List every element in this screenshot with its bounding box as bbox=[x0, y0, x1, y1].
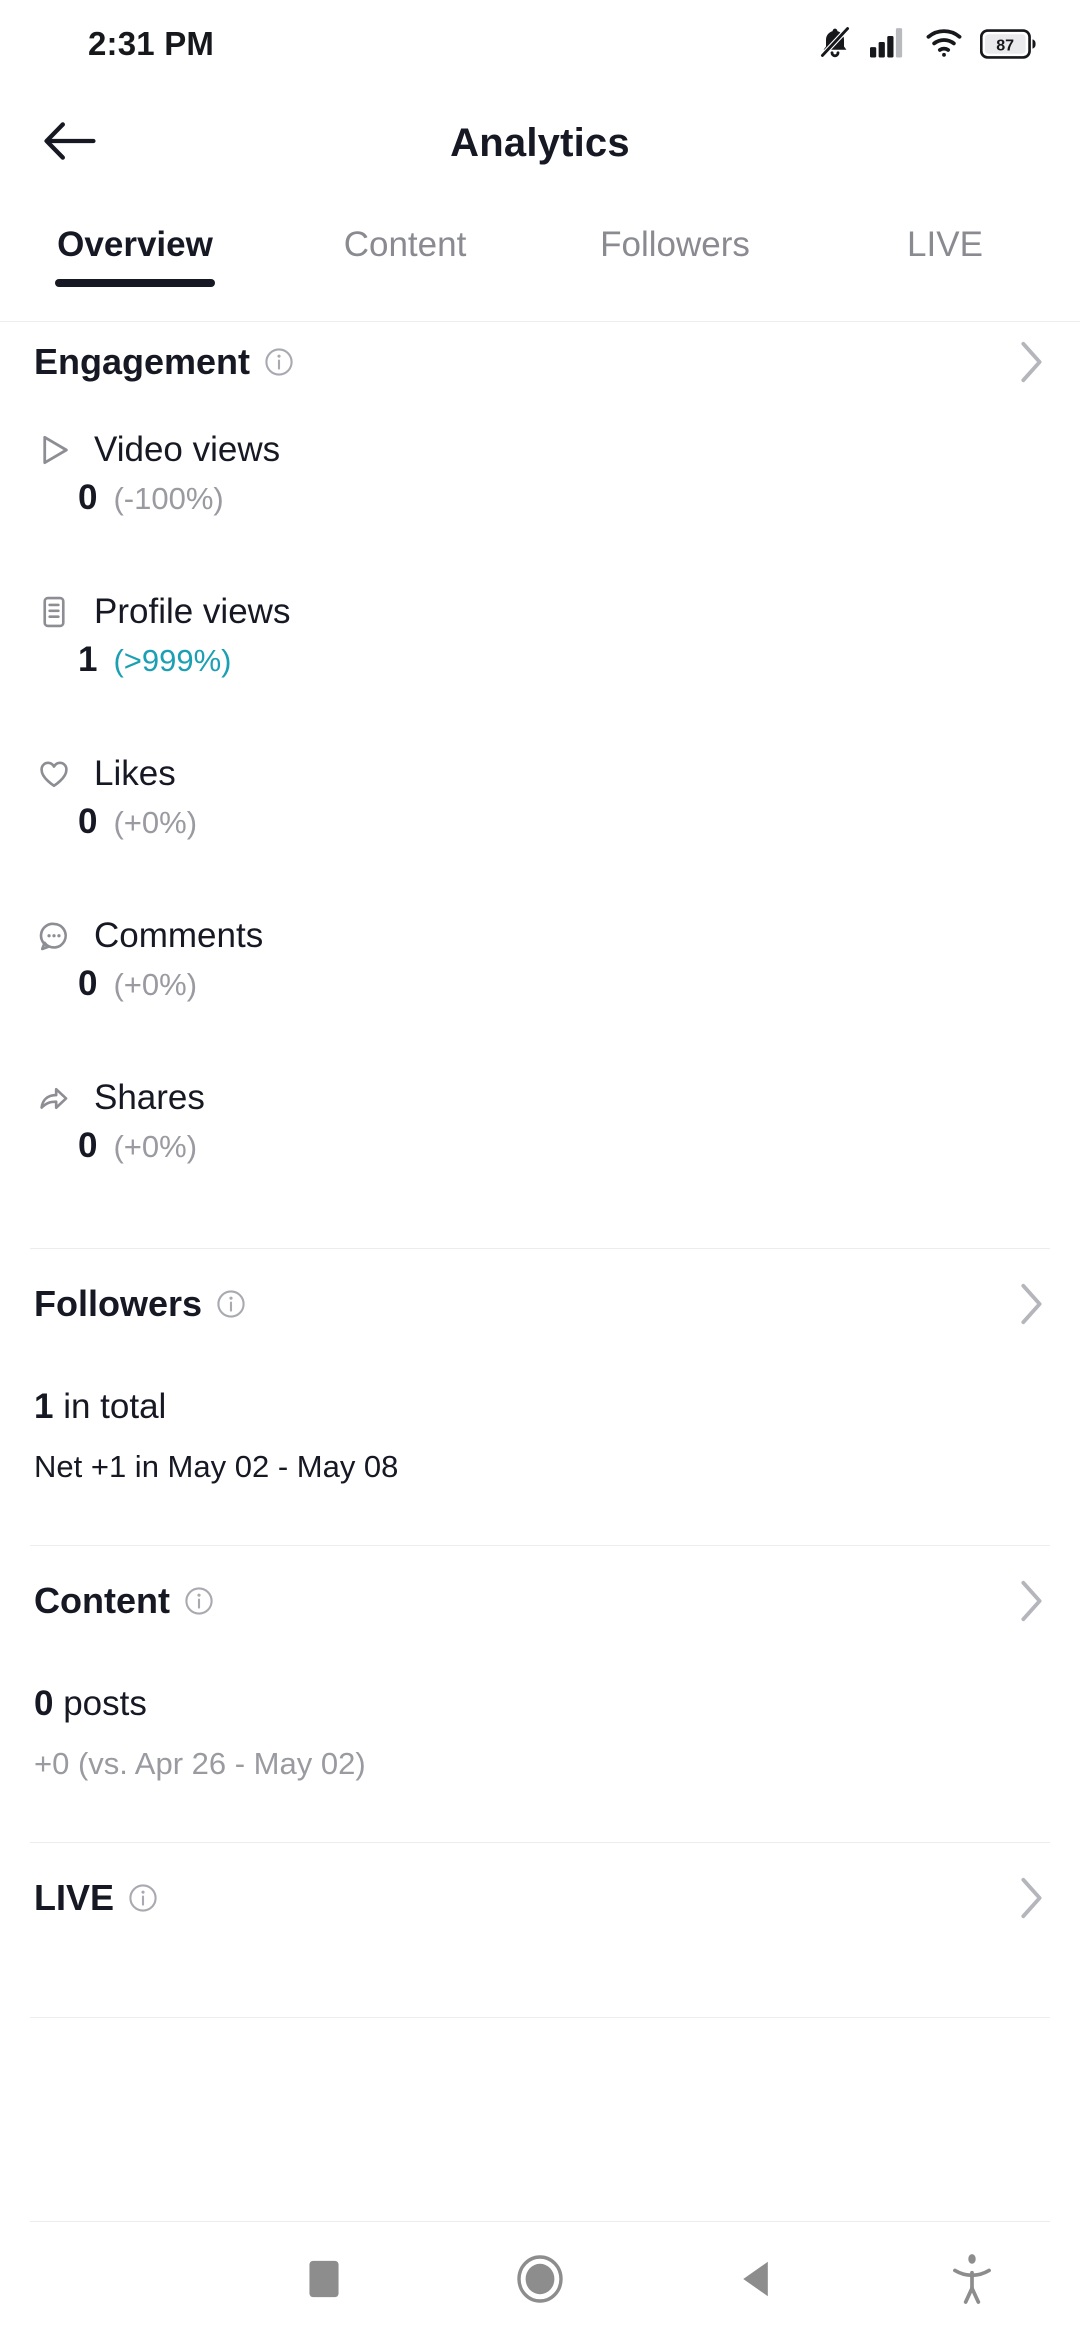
metric-label: Likes bbox=[94, 754, 176, 793]
tab-overview[interactable]: Overview bbox=[0, 205, 270, 265]
chevron-right-icon[interactable] bbox=[1016, 1281, 1046, 1327]
content-comparison: +0 (vs. Apr 26 - May 02) bbox=[34, 1746, 366, 1781]
metric-number: 1 bbox=[78, 640, 98, 679]
metric-delta: (+0%) bbox=[113, 805, 198, 840]
status-icons: 87 bbox=[817, 24, 1036, 65]
followers-total-value: 1 bbox=[34, 1387, 54, 1426]
page-title: Analytics bbox=[450, 120, 630, 165]
metric-header: Shares bbox=[34, 1070, 1046, 1126]
metric-comments[interactable]: Comments 0 (+0%) bbox=[0, 868, 1080, 1030]
analytics-screen: 2:31 PM 87 Analytics Overview Content Fo… bbox=[0, 0, 1080, 2340]
metric-delta: (+0%) bbox=[113, 967, 198, 1002]
profile-icon bbox=[34, 592, 74, 632]
back-button-nav[interactable] bbox=[648, 2259, 864, 2304]
engagement-title: Engagement bbox=[34, 341, 251, 382]
metric-header: Likes bbox=[34, 746, 1046, 802]
followers-total: 1 in total bbox=[34, 1359, 1046, 1427]
metric-number: 0 bbox=[78, 964, 98, 1003]
bell-muted-icon bbox=[817, 24, 853, 65]
analytics-tabs: Overview Content Followers LIVE bbox=[0, 205, 1080, 313]
followers-total-suffix: in total bbox=[53, 1387, 167, 1426]
home-circle-icon bbox=[516, 2254, 564, 2308]
metric-value-row: 0 (-100%) bbox=[34, 478, 1046, 544]
metric-value-row: 0 (+0%) bbox=[34, 802, 1046, 868]
content-title: Content bbox=[34, 1580, 170, 1621]
content-block: 0 posts +0 (vs. Apr 26 - May 02) bbox=[0, 1656, 1080, 1782]
metric-label: Profile views bbox=[94, 592, 291, 631]
section-divider-partial bbox=[30, 2017, 1050, 2018]
metric-number: 0 bbox=[78, 1126, 98, 1165]
content-section-header[interactable]: Content bbox=[0, 1546, 1080, 1656]
metric-likes[interactable]: Likes 0 (+0%) bbox=[0, 706, 1080, 868]
share-icon bbox=[34, 1078, 74, 1118]
metric-delta: (+0%) bbox=[113, 1129, 198, 1164]
metric-label: Shares bbox=[94, 1078, 205, 1117]
followers-title: Followers bbox=[34, 1283, 203, 1324]
info-icon[interactable] bbox=[216, 1289, 246, 1319]
recents-button[interactable] bbox=[216, 2259, 432, 2304]
metric-number: 0 bbox=[78, 478, 98, 517]
title-bar: Analytics bbox=[0, 88, 1080, 198]
home-button[interactable] bbox=[432, 2254, 648, 2308]
metric-value-row: 1 (>999%) bbox=[34, 640, 1046, 706]
back-triangle-icon bbox=[739, 2259, 773, 2304]
metric-number: 0 bbox=[78, 802, 98, 841]
tab-followers[interactable]: Followers bbox=[540, 205, 810, 265]
info-icon[interactable] bbox=[128, 1883, 158, 1913]
metric-shares[interactable]: Shares 0 (+0%) bbox=[0, 1030, 1080, 1192]
status-time: 2:31 PM bbox=[88, 25, 215, 62]
metric-delta: (-100%) bbox=[113, 481, 224, 516]
metric-value-row: 0 (+0%) bbox=[34, 1126, 1046, 1192]
tab-content[interactable]: Content bbox=[270, 205, 540, 265]
info-icon[interactable] bbox=[184, 1586, 214, 1616]
info-icon[interactable] bbox=[264, 347, 294, 377]
tab-live[interactable]: LIVE bbox=[810, 205, 1080, 265]
followers-net: Net +1 in May 02 - May 08 bbox=[34, 1449, 399, 1484]
status-bar: 2:31 PM 87 bbox=[0, 0, 1080, 88]
live-section-header[interactable]: LIVE bbox=[0, 1843, 1080, 1953]
wifi-icon bbox=[925, 26, 963, 63]
metric-value-row: 0 (+0%) bbox=[34, 964, 1046, 1030]
metric-label: Video views bbox=[94, 430, 281, 469]
recents-square-icon bbox=[307, 2259, 341, 2304]
heart-icon bbox=[34, 754, 74, 794]
comment-icon bbox=[34, 916, 74, 956]
chevron-right-icon[interactable] bbox=[1016, 1875, 1046, 1921]
metric-header: Profile views bbox=[34, 584, 1046, 640]
content-posts-suffix: posts bbox=[53, 1684, 147, 1723]
back-arrow-icon bbox=[43, 121, 97, 166]
live-title: LIVE bbox=[34, 1877, 115, 1918]
content-posts: 0 posts bbox=[34, 1656, 1046, 1724]
followers-section-header[interactable]: Followers bbox=[0, 1249, 1080, 1359]
metric-header: Video views bbox=[34, 422, 1046, 478]
followers-block: 1 in total Net +1 in May 02 - May 08 bbox=[0, 1359, 1080, 1485]
metric-profile-views[interactable]: Profile views 1 (>999%) bbox=[0, 544, 1080, 706]
play-icon bbox=[34, 430, 74, 470]
metric-video-views[interactable]: Video views 0 (-100%) bbox=[0, 402, 1080, 544]
accessibility-button[interactable] bbox=[864, 2253, 1080, 2310]
metric-delta: (>999%) bbox=[113, 643, 232, 678]
metric-label: Comments bbox=[94, 916, 264, 955]
metric-header: Comments bbox=[34, 908, 1046, 964]
engagement-section-header[interactable]: Engagement bbox=[0, 322, 1080, 402]
battery-icon: 87 bbox=[980, 29, 1036, 59]
content-posts-value: 0 bbox=[34, 1684, 54, 1723]
android-nav-bar bbox=[0, 2222, 1080, 2340]
accessibility-icon bbox=[951, 2253, 993, 2310]
back-button[interactable] bbox=[32, 105, 108, 181]
chevron-right-icon[interactable] bbox=[1016, 1578, 1046, 1624]
chevron-right-icon[interactable] bbox=[1016, 339, 1046, 385]
analytics-content: Engagement Video views 0 (-100%) Profile… bbox=[0, 322, 1080, 2018]
battery-level-text: 87 bbox=[996, 37, 1014, 55]
signal-icon bbox=[870, 26, 908, 63]
